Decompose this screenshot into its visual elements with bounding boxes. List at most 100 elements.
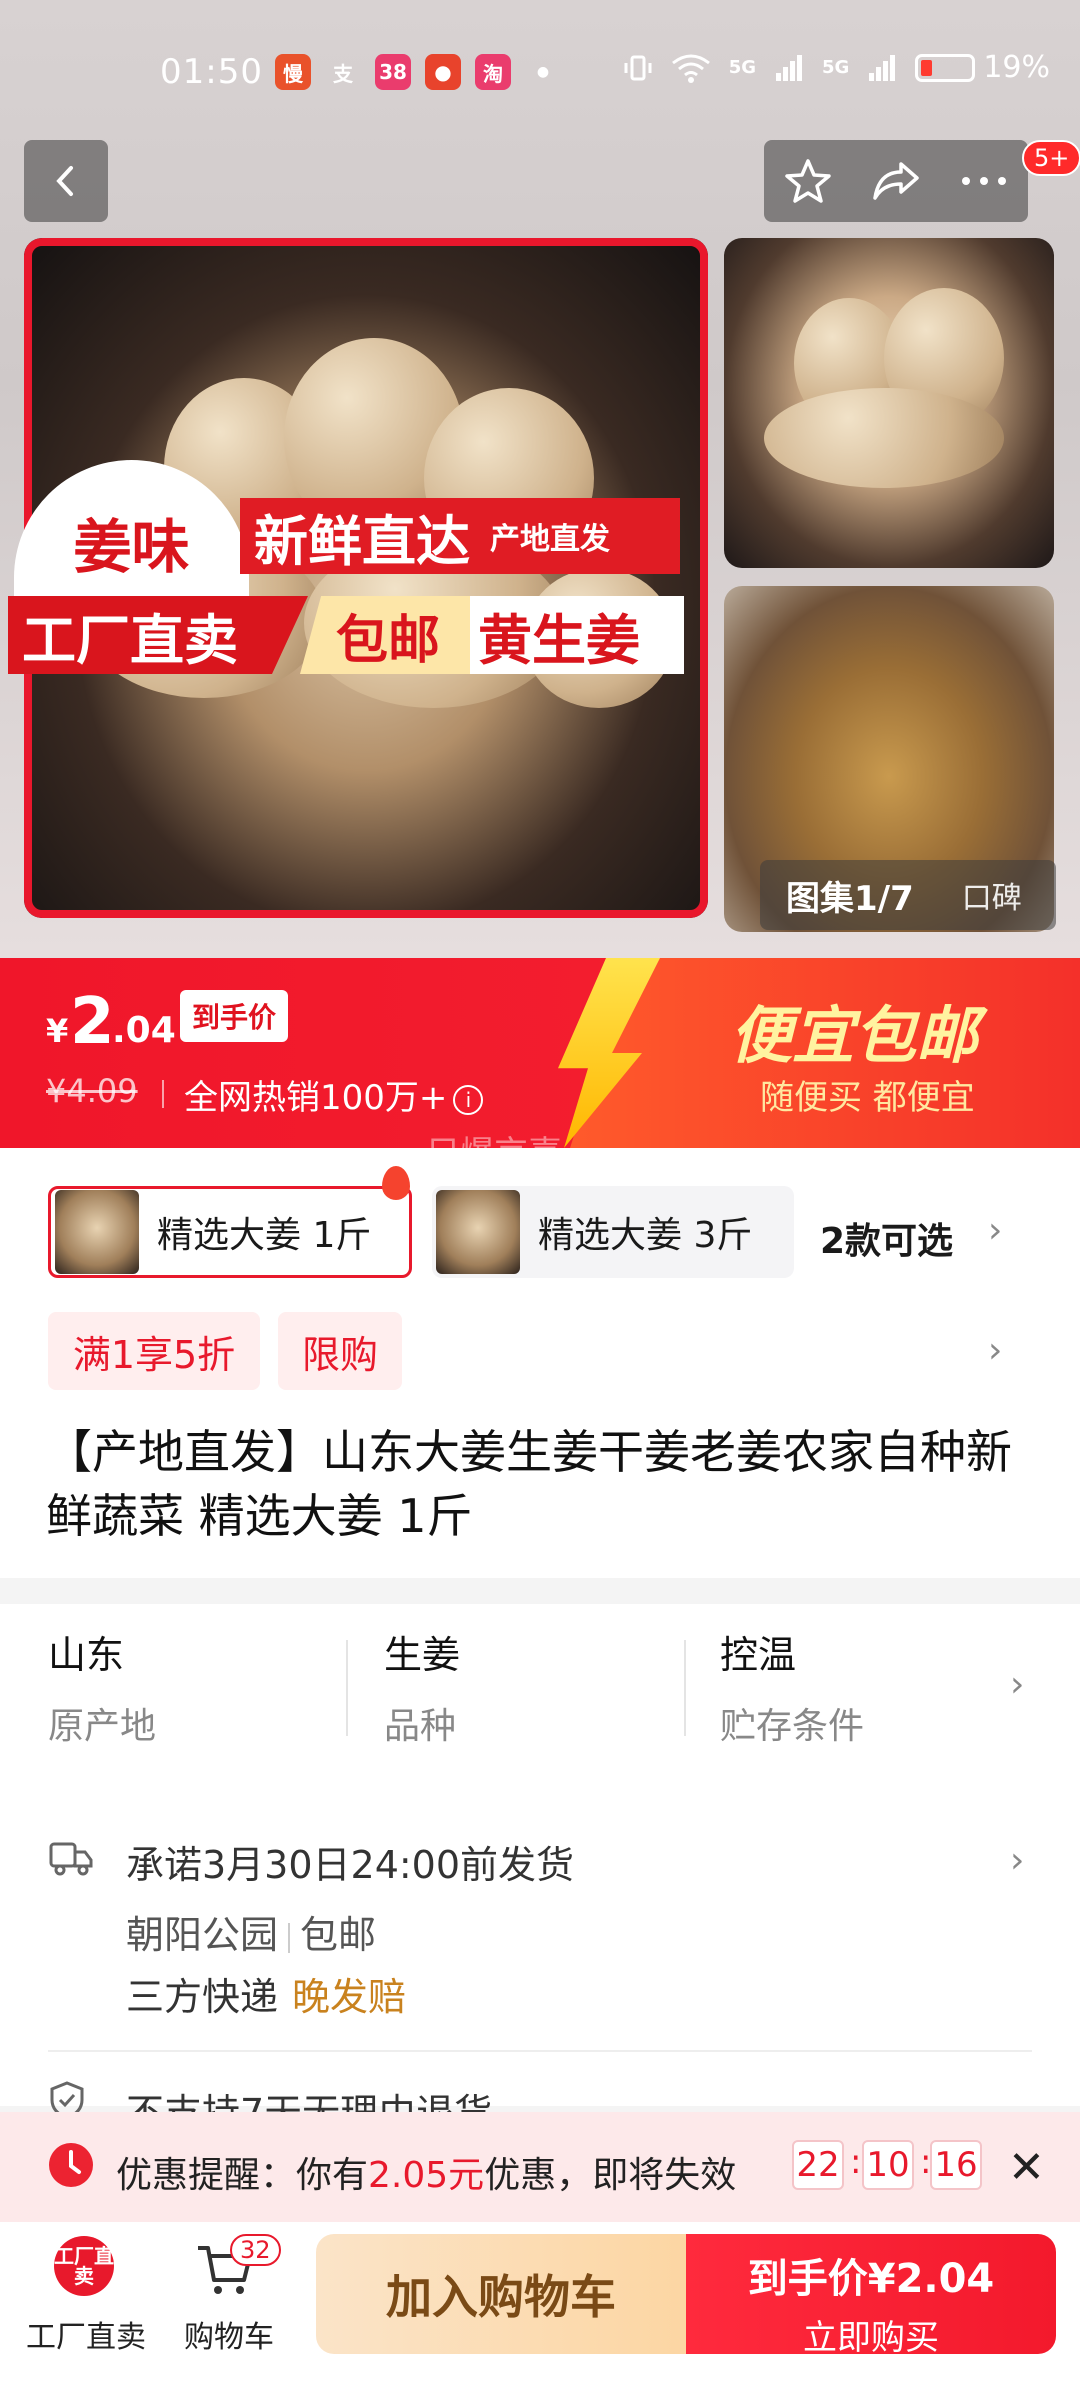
timer-seconds: 16 (930, 2140, 982, 2190)
chevron-left-icon (56, 166, 73, 196)
hot-sell-text[interactable]: 全网热销100万+ i (184, 1070, 484, 1119)
ship-courier: 三方快递 晚发赔 (126, 1966, 406, 2021)
price-decimal: .04 (112, 1010, 176, 1051)
status-time: 01:50 (160, 52, 263, 92)
chevron-right-icon[interactable]: › (1010, 1840, 1024, 1881)
image-tag-fresh: 新鲜直达 产地直发 (240, 498, 680, 574)
faint-watermark: 只爆京喜 (426, 1134, 562, 1174)
buy-now-button[interactable]: 到手价¥2.04 立即购买 (686, 2234, 1056, 2358)
late-compensation: 晚发赔 (292, 1975, 407, 2019)
dot-icon: ● (536, 64, 550, 80)
price-currency: ¥ (46, 1012, 69, 1050)
timer-minutes: 10 (862, 2140, 914, 2190)
fresh-label: 新鲜直达 (254, 509, 470, 573)
back-button[interactable] (24, 140, 108, 222)
info-icon[interactable]: i (453, 1084, 484, 1115)
divider (48, 2050, 1032, 2052)
attribute-value: 生姜 (384, 1633, 461, 1677)
app-icon: 慢 (275, 54, 311, 90)
attribute-value: 控温 (720, 1633, 797, 1677)
price-integer: 2 (70, 985, 115, 1059)
sku-thumb (55, 1190, 139, 1274)
ship-from: 朝阳公园 (126, 1913, 279, 1957)
attribute-key: 贮存条件 (720, 1706, 865, 1747)
star-icon[interactable] (784, 157, 832, 205)
gallery-counter[interactable]: 图集1/7 口碑 (760, 860, 1056, 930)
buy-price: 到手价¥2.04 (747, 2256, 995, 2302)
sku-label: 精选大姜 1斤 (157, 1215, 372, 1256)
signal-label: 5G (728, 57, 756, 78)
top-actions (764, 140, 1028, 222)
battery-text: 19% (983, 50, 1050, 85)
attribute-item: 山东 原产地 (48, 1624, 156, 1749)
attribute-value: 山东 (48, 1633, 125, 1677)
chevron-right-icon[interactable]: › (1010, 1664, 1024, 1705)
ship-promise: 承诺3月30日24:00前发货 (126, 1843, 575, 1887)
buy-now-label: 立即购买 (803, 2318, 939, 2358)
promo-tag[interactable]: 限购 (278, 1312, 402, 1390)
thumbnail-image[interactable] (724, 238, 1054, 568)
more-icon[interactable] (960, 175, 1008, 187)
attribute-key: 品种 (384, 1706, 457, 1747)
image-tag-factory: 工厂直卖 (8, 596, 308, 674)
hot-sell-label: 全网热销100万+ (184, 1078, 448, 1118)
sku-option-selected[interactable]: 精选大姜 1斤 (48, 1186, 412, 1278)
truck-icon (49, 1842, 93, 1876)
image-tag-name: 黄生姜 (470, 596, 684, 674)
timer-colon: : (850, 2142, 862, 2182)
fire-icon (382, 1166, 410, 1200)
timer-hours: 22 (792, 2140, 844, 2190)
factory-store-icon[interactable]: 工厂直卖 (54, 2236, 114, 2296)
sku-more-button[interactable]: 2款可选 (820, 1212, 953, 1264)
koubei-label[interactable]: 口碑 (962, 873, 1022, 917)
reminder-suffix: 优惠，即将失效 (484, 2155, 737, 2196)
signal-icon (869, 54, 896, 81)
reminder-text: 优惠提醒：你有2.05元优惠，即将失效 (116, 2146, 736, 2198)
attribute-item: 生姜 品种 (384, 1624, 460, 1749)
cart-label[interactable]: 购物车 (184, 2312, 274, 2356)
divider (684, 1640, 686, 1736)
gallery-area: 01:50 慢 支 38 ● 淘 ● 5G 5G 19% 5+ 姜味 新鲜直达 … (0, 0, 1080, 958)
divider (162, 1080, 164, 1108)
promo-tag[interactable]: 满1享5折 (48, 1312, 260, 1390)
app-icon: 38 (375, 54, 411, 90)
reminder-amount: 2.05元 (368, 2155, 485, 2196)
app-icon: 淘 (475, 54, 511, 90)
image-tag-baoyou: 包邮 (300, 596, 476, 674)
app-icon: 支 (333, 61, 353, 86)
reminder-prefix: 优惠提醒：你有 (116, 2155, 369, 2196)
cart-count-badge: 32 (230, 2234, 281, 2266)
chevron-right-icon[interactable]: › (988, 1210, 1002, 1251)
gallery-count: 图集1/7 (786, 878, 914, 919)
chevron-right-icon[interactable]: › (988, 1330, 1002, 1371)
battery-icon: 19% (915, 50, 1050, 85)
factory-store-label[interactable]: 工厂直卖 (26, 2312, 146, 2356)
message-badge[interactable]: 5+ (1022, 140, 1080, 176)
attribute-item: 控温 贮存条件 (720, 1624, 864, 1749)
wifi-icon (671, 54, 710, 83)
sku-label: 精选大姜 3斤 (538, 1215, 753, 1256)
ship-free: 包邮 (300, 1913, 377, 1957)
courier-label: 三方快递 (126, 1975, 279, 2019)
promo-title: 便宜包邮 (730, 999, 979, 1072)
add-to-cart-button[interactable]: 加入购物车 (316, 2234, 686, 2354)
notification-icons: 慢 支 38 ● 淘 ● (275, 54, 561, 90)
divider (346, 1640, 348, 1736)
signal-label: 5G (822, 57, 850, 78)
ship-origin: 朝阳公园 包邮 (126, 1904, 376, 1959)
sku-option[interactable]: 精选大姜 3斤 (432, 1186, 794, 1278)
fresh-sub-label: 产地直发 (490, 522, 610, 557)
system-icons: 5G 5G 19% (623, 50, 1050, 85)
close-icon[interactable]: ✕ (1008, 2142, 1045, 2193)
vibrate-icon (624, 55, 652, 80)
clock-icon (49, 2143, 93, 2187)
app-icon: ● (425, 54, 461, 90)
share-icon[interactable] (871, 158, 921, 204)
original-price: ¥4.09 (46, 1072, 138, 1110)
attributes-card[interactable] (0, 1604, 1080, 1776)
final-price-tag: 到手价 (180, 990, 289, 1042)
sku-thumb (436, 1190, 520, 1274)
product-title: 【产地直发】山东大姜生姜干姜老姜农家自种新鲜蔬菜 精选大姜 1斤 (46, 1425, 1012, 1543)
attribute-key: 原产地 (48, 1706, 157, 1747)
signal-icon (776, 54, 802, 81)
